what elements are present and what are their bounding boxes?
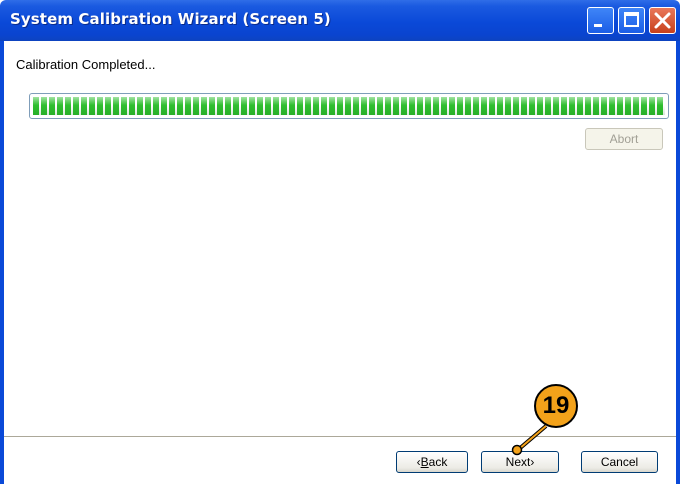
callout-leader-line (511, 424, 548, 456)
step-callout-badge: 19 (534, 384, 578, 428)
calibration-wizard-window: System Calibration Wizard (Screen 5) Cal… (0, 0, 680, 484)
